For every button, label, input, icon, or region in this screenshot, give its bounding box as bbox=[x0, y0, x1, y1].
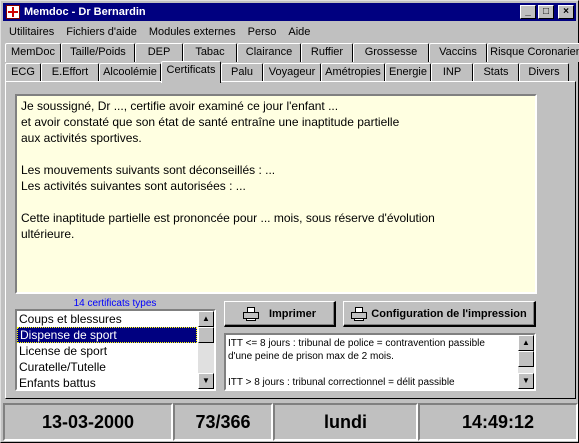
info-scrollbar[interactable]: ▲ ▼ bbox=[518, 335, 534, 389]
tab-energie[interactable]: Energie bbox=[385, 63, 431, 82]
menu-perso[interactable]: Perso bbox=[242, 26, 283, 38]
scroll-down-arrow-icon[interactable]: ▼ bbox=[198, 373, 214, 389]
print-config-button-label: Configuration de l'impression bbox=[371, 307, 527, 320]
status-bar: 13-03-2000 73/366 lundi 14:49:12 bbox=[3, 403, 578, 441]
tab-certificats[interactable]: Certificats bbox=[161, 61, 221, 83]
info-text-line bbox=[228, 363, 516, 376]
print-config-button[interactable]: Configuration de l'impression bbox=[343, 301, 536, 327]
certificate-list[interactable]: Coups et blessures Dispense de sport Licen… bbox=[15, 309, 216, 391]
window-title: Memdoc - Dr Bernardin bbox=[24, 6, 146, 18]
certificate-text-line: et avoir constaté que son état de santé … bbox=[21, 115, 400, 129]
certificate-list-item[interactable]: Coups et blessures bbox=[17, 311, 197, 327]
tab-clairance[interactable]: Clairance bbox=[237, 43, 301, 62]
certificate-list-item[interactable]: License de sport bbox=[17, 343, 197, 359]
tab-taille-poids[interactable]: Taille/Poids bbox=[61, 43, 135, 62]
certificate-list-item[interactable]: Dispense de sport bbox=[17, 327, 197, 343]
tab-inp[interactable]: INP bbox=[431, 63, 473, 82]
certificate-text-line: Les mouvements suivants sont déconseillé… bbox=[21, 163, 276, 177]
tab-risque-coronarien[interactable]: Risque Coronarien bbox=[487, 43, 579, 62]
tab-alcoolemie[interactable]: Alcoolémie bbox=[99, 63, 161, 82]
maximize-button[interactable]: □ bbox=[538, 5, 554, 19]
certificate-text-line: aux activités sportives. bbox=[21, 131, 142, 145]
minimize-button[interactable]: _ bbox=[520, 5, 536, 19]
status-date: 13-03-2000 bbox=[3, 403, 173, 441]
scroll-thumb[interactable] bbox=[198, 327, 214, 343]
certificate-text-line: Les activités suivantes sont autorisées … bbox=[21, 179, 246, 193]
info-text-line: ITT <= 8 jours : tribunal de police = co… bbox=[228, 338, 485, 349]
menu-bar: Utilitaires Fichiers d'aide Modules exte… bbox=[3, 22, 576, 42]
printer-icon bbox=[351, 306, 368, 321]
status-day-of-year: 73/366 bbox=[173, 403, 273, 441]
legal-info-box[interactable]: ITT <= 8 jours : tribunal de police = co… bbox=[224, 333, 536, 391]
certificate-text-line: Cette inaptitude partielle est prononcée… bbox=[21, 211, 435, 225]
tab-ruffier[interactable]: Ruffier bbox=[301, 43, 353, 62]
menu-fichiers-aide[interactable]: Fichiers d'aide bbox=[60, 26, 143, 38]
certificate-list-scrollbar[interactable]: ▲ ▼ bbox=[198, 311, 214, 389]
tab-row-2: ECG E.Effort Alcoolémie Certificats Palu Voya… bbox=[5, 61, 569, 83]
print-button[interactable]: Imprimer bbox=[224, 301, 336, 327]
tab-palu[interactable]: Palu bbox=[221, 63, 263, 82]
status-weekday: lundi bbox=[273, 403, 418, 441]
certificate-list-item[interactable]: Enfants battus bbox=[17, 375, 197, 389]
tab-ecg[interactable]: ECG bbox=[5, 63, 41, 82]
printer-icon bbox=[242, 306, 259, 321]
status-time: 14:49:12 bbox=[418, 403, 578, 441]
tab-dep[interactable]: DEP bbox=[135, 43, 183, 62]
main-window: Memdoc - Dr Bernardin _ □ × Utilitaires … bbox=[0, 0, 579, 443]
tab-tabac[interactable]: Tabac bbox=[183, 43, 237, 62]
tab-e-effort[interactable]: E.Effort bbox=[41, 63, 99, 82]
scroll-up-arrow-icon[interactable]: ▲ bbox=[198, 311, 214, 327]
certificate-text-line: Je soussigné, Dr ..., certifie avoir exa… bbox=[21, 99, 339, 113]
certificate-text-line bbox=[21, 146, 531, 162]
print-button-label: Imprimer bbox=[268, 307, 317, 320]
scroll-up-arrow-icon[interactable]: ▲ bbox=[518, 335, 534, 351]
certificate-text-editor[interactable]: Je soussigné, Dr ..., certifie avoir exa… bbox=[15, 94, 537, 294]
tab-stats[interactable]: Stats bbox=[473, 63, 519, 82]
certificate-count-label: 14 certificats types bbox=[73, 298, 157, 309]
close-button[interactable]: × bbox=[558, 5, 574, 19]
tab-divers[interactable]: Divers bbox=[519, 63, 569, 82]
certificate-text-line: ultérieure. bbox=[21, 227, 75, 241]
info-text-line: d'une peine de prison max de 2 mois. bbox=[228, 351, 394, 362]
tab-memdoc[interactable]: MemDoc bbox=[5, 43, 61, 62]
tab-vaccins[interactable]: Vaccins bbox=[429, 43, 487, 62]
app-cross-icon[interactable] bbox=[6, 5, 20, 19]
menu-utilitaires[interactable]: Utilitaires bbox=[3, 26, 60, 38]
menu-aide[interactable]: Aide bbox=[282, 26, 316, 38]
scroll-down-arrow-icon[interactable]: ▼ bbox=[518, 373, 534, 389]
tab-ametropies[interactable]: Amétropies bbox=[321, 63, 385, 82]
title-bar[interactable]: Memdoc - Dr Bernardin _ □ × bbox=[3, 3, 576, 21]
info-text-line: ITT > 8 jours : tribunal correctionnel =… bbox=[228, 377, 455, 388]
certificate-text-line bbox=[21, 194, 531, 210]
tab-grossesse[interactable]: Grossesse bbox=[353, 43, 429, 62]
tab-voyageur[interactable]: Voyageur bbox=[263, 63, 321, 82]
menu-modules-externes[interactable]: Modules externes bbox=[143, 26, 242, 38]
tab-row-1: MemDoc Taille/Poids DEP Tabac Clairance Ruffi… bbox=[5, 43, 579, 63]
scroll-thumb[interactable] bbox=[518, 351, 534, 367]
certificate-list-item[interactable]: Curatelle/Tutelle bbox=[17, 359, 197, 375]
